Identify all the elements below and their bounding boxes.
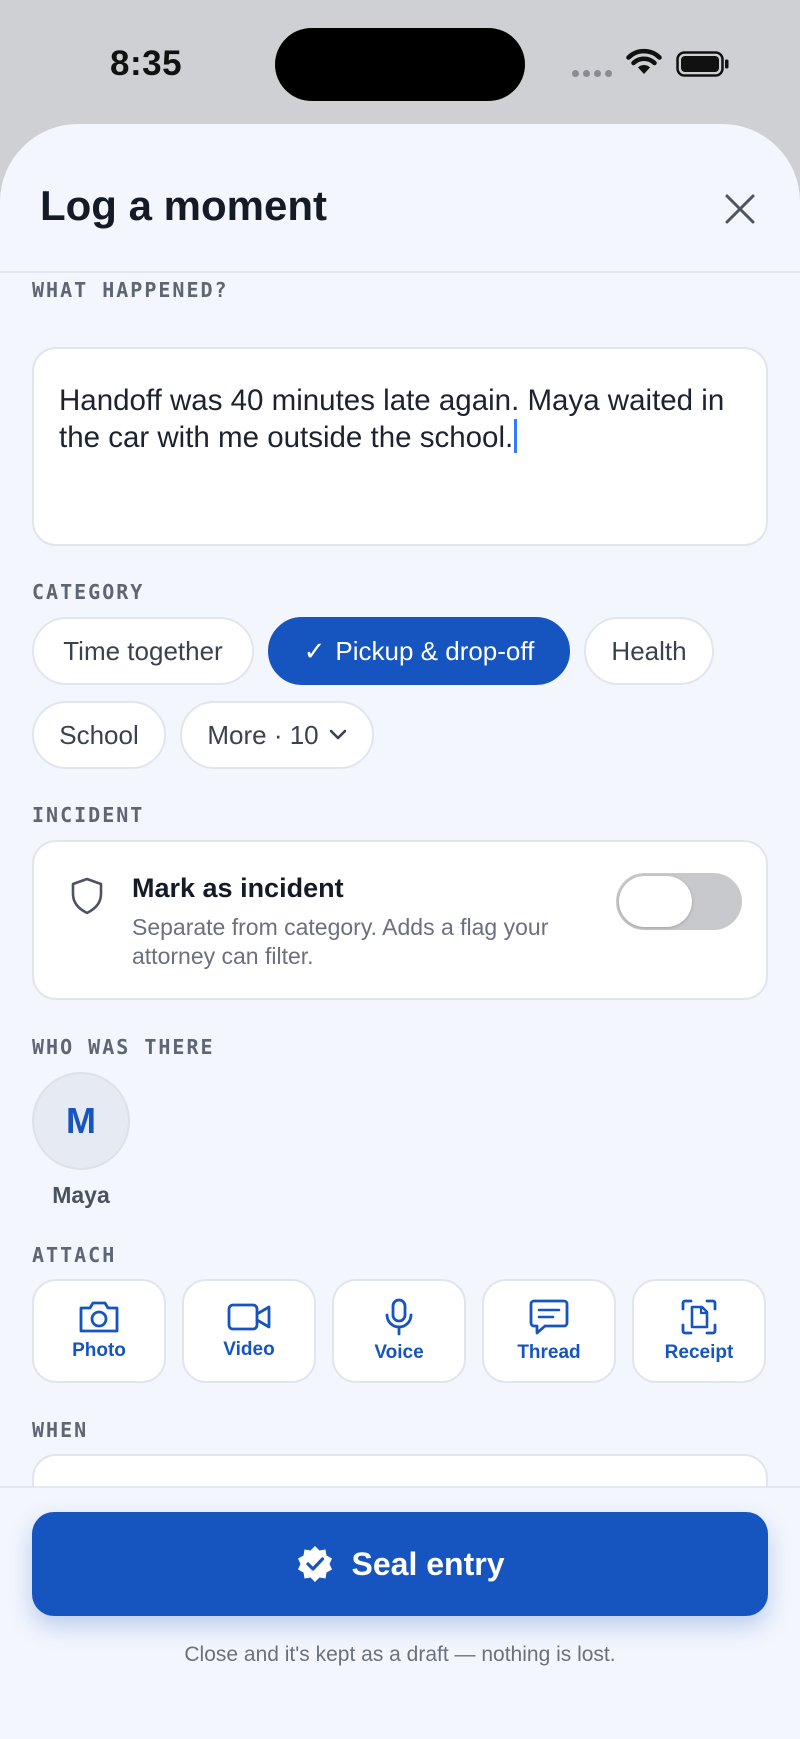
draft-note: Close and it's kept as a draft — nothing… xyxy=(184,1643,616,1666)
incident-title: Mark as incident xyxy=(132,873,344,903)
attach-thread-button[interactable]: Thread xyxy=(482,1279,616,1383)
category-label: CATEGORY xyxy=(32,580,145,604)
who-was-there-label: WHO WAS THERE xyxy=(32,1035,215,1059)
verified-badge-icon xyxy=(297,1546,332,1582)
chevron-down-icon xyxy=(329,729,346,740)
video-icon xyxy=(227,1303,271,1331)
check-icon: ✓ xyxy=(303,635,326,666)
dynamic-island xyxy=(275,28,525,101)
status-time: 8:35 xyxy=(110,44,183,83)
when-label: WHEN xyxy=(32,1418,89,1442)
attach-label-text: Video xyxy=(223,1339,275,1360)
close-icon xyxy=(725,194,755,224)
status-bar: 8:35 xyxy=(0,0,800,120)
category-chip-pickup-dropoff[interactable]: ✓ Pickup & drop-off xyxy=(268,617,570,685)
person-avatar-maya[interactable]: M xyxy=(32,1072,130,1170)
battery-icon xyxy=(676,51,729,77)
attach-label: ATTACH xyxy=(32,1243,117,1267)
shield-icon xyxy=(71,877,103,915)
what-happened-text: Handoff was 40 minutes late again. Maya … xyxy=(59,384,725,454)
wifi-icon xyxy=(626,48,662,74)
camera-icon xyxy=(79,1301,119,1333)
text-caret xyxy=(514,419,518,453)
attach-photo-button[interactable]: Photo xyxy=(32,1279,166,1383)
chip-label: Pickup & drop-off xyxy=(335,635,535,666)
attach-label-text: Voice xyxy=(374,1342,424,1363)
incident-label: INCIDENT xyxy=(32,803,145,827)
chip-label: Time together xyxy=(63,635,223,666)
attach-label-text: Receipt xyxy=(664,1342,734,1363)
sheet-header: Log a moment xyxy=(0,124,800,273)
log-moment-sheet: Log a moment WHAT HAPPENED? Handoff was … xyxy=(0,124,800,1739)
footer: Seal entry Close and it's kept as a draf… xyxy=(0,1486,800,1739)
person-name: Maya xyxy=(52,1182,110,1208)
incident-toggle[interactable] xyxy=(616,873,742,930)
chip-label: School xyxy=(59,719,139,750)
avatar-initial: M xyxy=(66,1100,96,1141)
attach-label-text: Thread xyxy=(517,1342,581,1363)
incident-card: Mark as incident Separate from category.… xyxy=(32,840,768,1000)
seal-entry-label: Seal entry xyxy=(351,1545,505,1582)
attach-voice-button[interactable]: Voice xyxy=(332,1279,466,1383)
message-icon xyxy=(529,1299,569,1335)
receipt-scan-icon xyxy=(681,1299,717,1335)
toggle-knob xyxy=(619,876,692,927)
incident-description: Separate from category. Adds a flag your… xyxy=(132,914,549,969)
category-chip-health[interactable]: Health xyxy=(584,617,714,685)
close-button[interactable] xyxy=(715,184,765,234)
cellular-signal-icon xyxy=(572,70,612,77)
category-chip-time-together[interactable]: Time together xyxy=(32,617,254,685)
attach-receipt-button[interactable]: Receipt xyxy=(632,1279,766,1383)
microphone-icon xyxy=(385,1298,413,1336)
attach-video-button[interactable]: Video xyxy=(182,1279,316,1383)
seal-entry-button[interactable]: Seal entry xyxy=(32,1512,768,1616)
what-happened-label: WHAT HAPPENED? xyxy=(32,278,229,302)
category-chip-school[interactable]: School xyxy=(32,701,166,769)
chip-label: More · 10 xyxy=(207,719,319,750)
page-title: Log a moment xyxy=(40,182,328,229)
attach-label-text: Photo xyxy=(72,1340,126,1361)
category-more-button[interactable]: More · 10 xyxy=(180,701,374,769)
what-happened-input[interactable]: Handoff was 40 minutes late again. Maya … xyxy=(32,347,768,546)
chip-label: Health xyxy=(611,635,687,666)
